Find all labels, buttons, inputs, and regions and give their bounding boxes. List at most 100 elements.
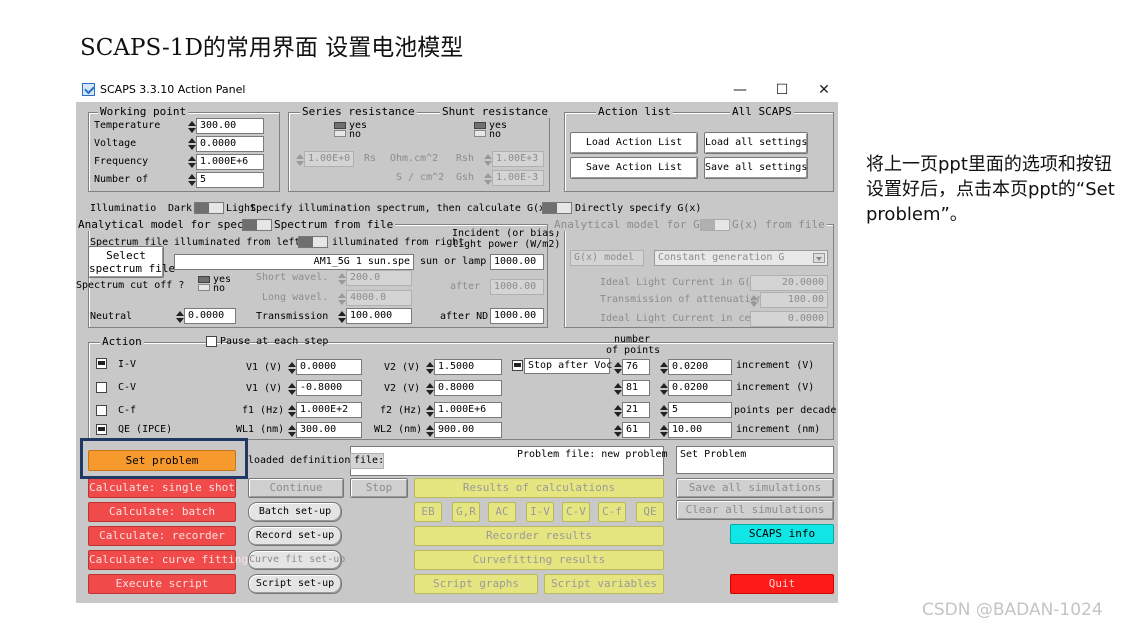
series-yes-option[interactable] — [334, 122, 346, 129]
illumination-side-toggle[interactable] — [298, 236, 328, 248]
iv-points-input[interactable]: 76 — [622, 359, 650, 375]
cf-results-button[interactable]: C-f — [598, 502, 626, 522]
cf-increment-input[interactable]: 5 — [668, 402, 732, 418]
batch-setup-button[interactable]: Batch set-up — [248, 502, 342, 522]
cv-v1-spinner[interactable] — [288, 382, 296, 396]
calculate-batch-button[interactable]: Calculate: batch — [88, 502, 236, 522]
shunt-yes-option[interactable] — [474, 122, 486, 129]
dark-light-toggle[interactable] — [194, 202, 224, 214]
ac-button[interactable]: AC — [488, 502, 516, 522]
qe-wl1-spinner[interactable] — [288, 424, 296, 438]
clear-all-simulations-button[interactable]: Clear all simulations — [676, 500, 834, 520]
cv-increment-spinner[interactable] — [660, 382, 668, 396]
qe-wl2-input[interactable]: 900.00 — [434, 422, 502, 438]
cut-off-yes-no-toggle[interactable] — [198, 276, 210, 292]
analytical-gx-tab[interactable]: Analytical model for G(x) — [552, 219, 722, 231]
cf-f1-input[interactable]: 1.000E+2 — [296, 402, 362, 418]
qe-increment-spinner[interactable] — [660, 424, 668, 438]
qe-wl2-spinner[interactable] — [426, 424, 434, 438]
calculate-curve-fitting-button[interactable]: Calculate: curve fitting — [88, 550, 248, 570]
spectrum-from-file-tab[interactable]: Spectrum from file — [272, 219, 396, 231]
long-wavel-spinner[interactable] — [338, 292, 346, 306]
minimize-button[interactable]: — — [726, 80, 754, 100]
gx-from-file-tab[interactable]: G(x) from file — [730, 219, 827, 231]
cv-results-button[interactable]: C-V — [562, 502, 590, 522]
temperature-input[interactable]: 300.00 — [196, 118, 264, 134]
rs-input[interactable]: 1.00E+0 — [304, 151, 354, 167]
stop-button[interactable]: Stop — [350, 478, 408, 498]
iv-v2-input[interactable]: 1.5000 — [434, 359, 502, 375]
transmission-attenuation-spinner[interactable] — [750, 294, 758, 308]
gsh-spinner[interactable] — [484, 172, 492, 186]
calculate-recorder-button[interactable]: Calculate: recorder — [88, 526, 236, 546]
cut-off-no-option[interactable] — [198, 284, 210, 291]
pause-checkbox[interactable] — [206, 336, 217, 347]
rs-spinner[interactable] — [296, 153, 304, 167]
spectrum-mode-toggle[interactable] — [542, 202, 572, 214]
cf-points-spinner[interactable] — [614, 404, 622, 418]
cv-increment-input[interactable]: 0.0200 — [668, 380, 732, 396]
gr-button[interactable]: G,R — [452, 502, 480, 522]
iv-v2-spinner[interactable] — [426, 361, 434, 375]
cf-f2-spinner[interactable] — [426, 404, 434, 418]
series-no-option[interactable] — [334, 130, 346, 137]
cv-v2-input[interactable]: 0.8000 — [434, 380, 502, 396]
transmission-input[interactable]: 100.000 — [346, 308, 412, 324]
calculate-single-shot-button[interactable]: Calculate: single shot — [88, 478, 236, 498]
cv-points-input[interactable]: 81 — [622, 380, 650, 396]
recorder-results-button[interactable]: Recorder results — [414, 526, 664, 546]
shunt-yes-no-toggle[interactable] — [474, 122, 486, 138]
iv-checkbox[interactable] — [96, 358, 107, 369]
ideal-light-current-cell-input[interactable]: 0.0000 — [750, 311, 828, 327]
qe-points-spinner[interactable] — [614, 424, 622, 438]
spectrum-source-toggle[interactable] — [242, 219, 272, 231]
transmission-spinner[interactable] — [338, 310, 346, 324]
cf-points-input[interactable]: 21 — [622, 402, 650, 418]
cf-f2-input[interactable]: 1.000E+6 — [434, 402, 502, 418]
neutral-input[interactable]: 0.0000 — [184, 308, 236, 324]
series-yes-no-toggle[interactable] — [334, 122, 346, 138]
qe-checkbox[interactable] — [96, 424, 107, 435]
iv-points-spinner[interactable] — [614, 361, 622, 375]
after-input[interactable]: 1000.00 — [490, 279, 544, 295]
script-variables-button[interactable]: Script variables — [544, 574, 664, 594]
rsh-input[interactable]: 1.00E+3 — [492, 151, 544, 167]
cv-v2-spinner[interactable] — [426, 382, 434, 396]
scaps-info-button[interactable]: SCAPS info — [730, 524, 834, 544]
qe-points-input[interactable]: 61 — [622, 422, 650, 438]
qe-wl1-input[interactable]: 300.00 — [296, 422, 362, 438]
qe-increment-input[interactable]: 10.00 — [668, 422, 732, 438]
curve-fit-setup-button[interactable]: Curve fit set-up — [248, 550, 345, 570]
cf-f1-spinner[interactable] — [288, 404, 296, 418]
ideal-light-current-input[interactable]: 20.0000 — [750, 275, 828, 291]
script-setup-button[interactable]: Script set-up — [248, 574, 342, 594]
continue-button[interactable]: Continue — [248, 478, 344, 498]
maximize-button[interactable]: ☐ — [768, 80, 796, 100]
load-all-settings-button[interactable]: Load all settings — [704, 132, 808, 154]
cut-off-yes-option[interactable] — [198, 276, 210, 283]
load-action-list-button[interactable]: Load Action List — [570, 132, 698, 154]
cf-increment-spinner[interactable] — [660, 404, 668, 418]
iv-increment-spinner[interactable] — [660, 361, 668, 375]
iv-results-button[interactable]: I-V — [526, 502, 554, 522]
cf-checkbox[interactable] — [96, 405, 107, 416]
iv-increment-input[interactable]: 0.0200 — [668, 359, 732, 375]
after-nd-input[interactable]: 1000.00 — [490, 308, 544, 324]
cv-checkbox[interactable] — [96, 382, 107, 393]
short-wavel-input[interactable]: 200.0 — [346, 270, 412, 286]
neutral-spinner[interactable] — [176, 310, 184, 324]
iv-v1-input[interactable]: 0.0000 — [296, 359, 362, 375]
results-of-calculations-button[interactable]: Results of calculations — [414, 478, 664, 498]
short-wavel-spinner[interactable] — [338, 272, 346, 286]
transmission-attenuation-input[interactable]: 100.00 — [760, 292, 828, 308]
long-wavel-input[interactable]: 4000.0 — [346, 290, 412, 306]
stop-after-voc-checkbox[interactable] — [512, 360, 523, 371]
cv-points-spinner[interactable] — [614, 382, 622, 396]
iv-v1-spinner[interactable] — [288, 361, 296, 375]
script-graphs-button[interactable]: Script graphs — [414, 574, 538, 594]
save-all-simulations-button[interactable]: Save all simulations — [676, 478, 834, 498]
voltage-spinner[interactable] — [188, 137, 196, 151]
spectrum-file-input[interactable]: AM1_5G 1 sun.spe — [174, 254, 414, 270]
gx-source-toggle[interactable] — [700, 219, 730, 231]
temperature-spinner[interactable] — [188, 120, 196, 134]
